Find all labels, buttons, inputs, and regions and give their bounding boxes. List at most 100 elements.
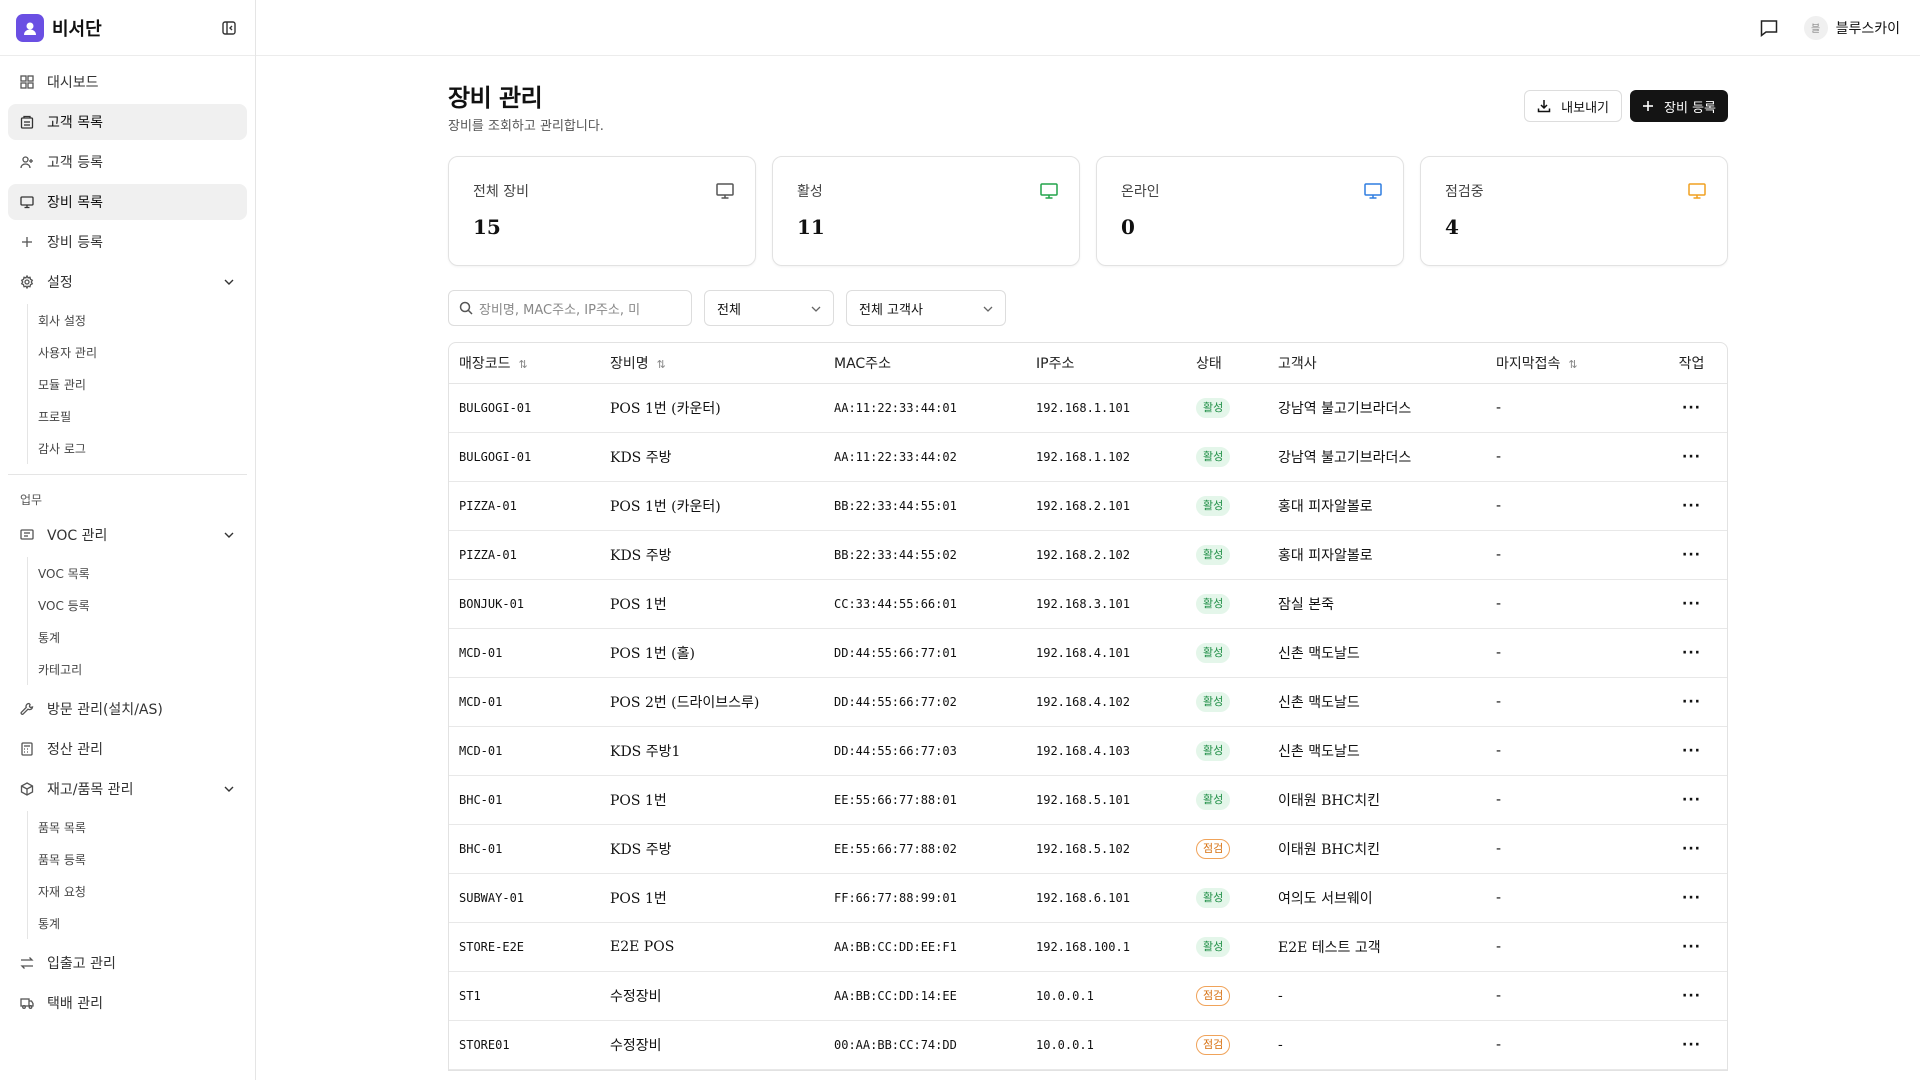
main-content: 장비 관리 장비를 조회하고 관리합니다. 내보내기 장비 등록 전체 장비 1… <box>448 56 1728 1071</box>
table-row[interactable]: STORE-E2E E2E POS AA:BB:CC:DD:EE:F1 192.168… <box>449 922 1727 972</box>
sidebar-item-label: 장비 목록 <box>47 195 103 211</box>
column-header-store-code[interactable]: 매장코드 ⇅ <box>449 343 600 384</box>
table-row[interactable]: BULGOGI-01 KDS 주방 AA:11:22:33:44:02 192.168… <box>449 432 1727 482</box>
chevron-down-icon[interactable] <box>222 528 236 542</box>
chevron-down-icon[interactable] <box>222 782 236 796</box>
row-actions-menu-icon[interactable]: ··· <box>1656 873 1727 923</box>
row-actions-menu-icon[interactable]: ··· <box>1656 824 1727 874</box>
row-actions-menu-icon[interactable]: ··· <box>1656 628 1727 678</box>
subnav-item-company-settings[interactable]: 회사 설정 <box>38 304 247 336</box>
table-row[interactable]: SUBWAY-01 POS 1번 FF:66:77:88:99:01 192.168.… <box>449 873 1727 923</box>
subnav-item-voc-register[interactable]: VOC 등록 <box>38 589 247 621</box>
row-actions-menu-icon[interactable]: ··· <box>1656 579 1727 629</box>
sidebar-item-device-register[interactable]: 장비 등록 <box>8 224 247 260</box>
subnav-item-material-request[interactable]: 자재 요청 <box>38 875 247 907</box>
cell-device-name: KDS 주방 <box>600 432 824 482</box>
sidebar-item-device-list[interactable]: 장비 목록 <box>8 184 247 220</box>
chat-icon[interactable] <box>1758 17 1780 39</box>
subnav-item-voc-stats[interactable]: 통계 <box>38 621 247 653</box>
cell-status: 활성 <box>1186 628 1268 678</box>
row-actions-menu-icon[interactable]: ··· <box>1656 1020 1727 1070</box>
subnav-item-audit-log[interactable]: 감사 로그 <box>38 432 247 464</box>
sidebar-item-inventory[interactable]: 재고/품목 관리 <box>8 771 247 807</box>
sidebar-item-label: VOC 관리 <box>47 528 108 544</box>
column-header-device-name[interactable]: 장비명 ⇅ <box>600 343 824 384</box>
row-actions-menu-icon[interactable]: ··· <box>1656 775 1727 825</box>
export-button[interactable]: 내보내기 <box>1524 90 1623 122</box>
register-device-button[interactable]: 장비 등록 <box>1630 90 1728 122</box>
subnav-item-voc-category[interactable]: 카테고리 <box>38 653 247 685</box>
subnav-item-item-register[interactable]: 품목 등록 <box>38 843 247 875</box>
header-label: MAC주소 <box>834 355 891 372</box>
row-actions-menu-icon[interactable]: ··· <box>1656 971 1727 1021</box>
table-row[interactable]: MCD-01 KDS 주방1 DD:44:55:66:77:03 192.168.4.… <box>449 726 1727 776</box>
table-row[interactable]: BONJUK-01 POS 1번 CC:33:44:55:66:01 192.168.… <box>449 579 1727 629</box>
cell-store-code: ST1 <box>449 971 600 1021</box>
subnav-item-inventory-stats[interactable]: 통계 <box>38 907 247 939</box>
sidebar-item-settlement[interactable]: 정산 관리 <box>8 731 247 767</box>
table-row[interactable]: MCD-01 POS 1번 (홀) DD:44:55:66:77:01 192.168… <box>449 628 1727 678</box>
sort-icon[interactable]: ⇅ <box>657 358 666 371</box>
monitor-icon <box>1687 181 1707 201</box>
stat-label: 온라인 <box>1121 184 1160 200</box>
sidebar-item-label: 방문 관리(설치/AS) <box>47 702 163 718</box>
sidebar-item-label: 정산 관리 <box>47 742 103 758</box>
row-actions-menu-icon[interactable]: ··· <box>1656 677 1727 727</box>
subnav-item-user-management[interactable]: 사용자 관리 <box>38 336 247 368</box>
table-row[interactable]: BHC-01 KDS 주방 EE:55:66:77:88:02 192.168.5.1… <box>449 824 1727 874</box>
table-row[interactable]: STORE01 수정장비 00:AA:BB:CC:74:DD 10.0.0.1 점검 - -… <box>449 1020 1727 1070</box>
sidebar-item-customer-list[interactable]: 고객 목록 <box>8 104 247 140</box>
chevron-down-icon[interactable] <box>222 275 236 289</box>
sidebar-item-delivery[interactable]: 택배 관리 <box>8 985 247 1021</box>
cell-last-access: - <box>1486 579 1656 629</box>
sidebar-item-label: 대시보드 <box>47 75 99 91</box>
cell-mac: BB:22:33:44:55:02 <box>824 530 1026 580</box>
row-actions-menu-icon[interactable]: ··· <box>1656 922 1727 972</box>
arrows-exchange-icon <box>19 955 35 971</box>
row-actions-menu-icon[interactable]: ··· <box>1656 530 1727 580</box>
sidebar-item-label: 설정 <box>47 275 73 291</box>
page-header: 장비 관리 장비를 조회하고 관리합니다. 내보내기 장비 등록 <box>448 56 1728 156</box>
page-subtitle: 장비를 조회하고 관리합니다. <box>448 119 604 134</box>
cell-device-name: E2E POS <box>600 922 824 972</box>
inventory-subnav: 품목 목록 품목 등록 자재 요청 통계 <box>27 811 247 939</box>
table-row[interactable]: PIZZA-01 KDS 주방 BB:22:33:44:55:02 192.168.2… <box>449 530 1727 580</box>
table-row[interactable]: BULGOGI-01 POS 1번 (카운터) AA:11:22:33:44:01 1… <box>449 383 1727 433</box>
row-actions-menu-icon[interactable]: ··· <box>1656 726 1727 776</box>
cell-ip: 192.168.4.101 <box>1026 628 1186 678</box>
subnav-item-item-list[interactable]: 품목 목록 <box>38 811 247 843</box>
app-logo-icon[interactable] <box>16 13 44 42</box>
sort-icon[interactable]: ⇅ <box>1568 358 1577 371</box>
subnav-item-voc-list[interactable]: VOC 목록 <box>38 557 247 589</box>
status-filter-select[interactable]: 전체 <box>704 290 834 326</box>
sidebar-item-label: 재고/품목 관리 <box>47 782 134 798</box>
sidebar-item-customer-register[interactable]: 고객 등록 <box>8 144 247 180</box>
search-input[interactable]: 장비명, MAC주소, IP주소, 미 <box>448 290 692 326</box>
row-actions-menu-icon[interactable]: ··· <box>1656 481 1727 531</box>
table-row[interactable]: MCD-01 POS 2번 (드라이브스루) DD:44:55:66:77:02 19… <box>449 677 1727 727</box>
sidebar-item-visit[interactable]: 방문 관리(설치/AS) <box>8 691 247 727</box>
sidebar-item-settings[interactable]: 설정 <box>8 264 247 300</box>
cell-last-access: - <box>1486 677 1656 727</box>
stat-card-maintenance: 점검중 4 <box>1420 156 1728 266</box>
row-actions-menu-icon[interactable]: ··· <box>1656 383 1727 433</box>
sidebar-item-voc[interactable]: VOC 관리 <box>8 517 247 553</box>
row-actions-menu-icon[interactable]: ··· <box>1656 432 1727 482</box>
subnav-item-module-management[interactable]: 모듈 관리 <box>38 368 247 400</box>
sidebar-collapse-icon[interactable] <box>219 18 239 38</box>
table-row[interactable]: ST1 수정장비 AA:BB:CC:DD:14:EE 10.0.0.1 점검 - - ··· <box>449 971 1727 1021</box>
header-label: 상태 <box>1196 355 1222 372</box>
search-icon <box>459 301 473 315</box>
cell-device-name: POS 1번 (홀) <box>600 628 824 678</box>
column-header-last-access[interactable]: 마지막접속 ⇅ <box>1486 343 1656 384</box>
status-filter-value: 전체 <box>717 302 741 318</box>
cell-ip: 192.168.5.102 <box>1026 824 1186 874</box>
sort-icon[interactable]: ⇅ <box>519 358 528 371</box>
customer-filter-select[interactable]: 전체 고객사 <box>846 290 1006 326</box>
sidebar-item-inout[interactable]: 입출고 관리 <box>8 945 247 981</box>
user-menu[interactable]: 블 블루스카이 <box>1803 15 1900 40</box>
table-row[interactable]: BHC-01 POS 1번 EE:55:66:77:88:01 192.168.5.1… <box>449 775 1727 825</box>
table-row[interactable]: PIZZA-01 POS 1번 (카운터) BB:22:33:44:55:01 192… <box>449 481 1727 531</box>
subnav-item-profile[interactable]: 프로필 <box>38 400 247 432</box>
sidebar-item-dashboard[interactable]: 대시보드 <box>8 64 247 100</box>
